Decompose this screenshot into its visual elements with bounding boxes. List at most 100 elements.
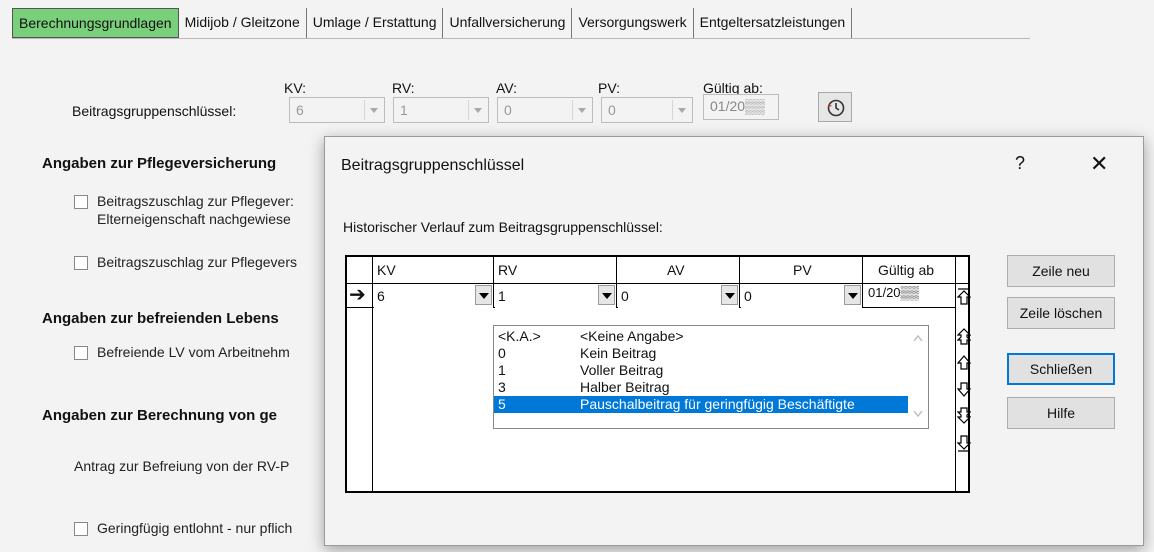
arrow-page-down-icon [957,407,971,424]
rv-value: 1 [400,102,408,118]
dropdown-option[interactable]: <K.A.> <Keine Angabe> [494,328,908,345]
current-row-indicator: ➔ [349,284,366,306]
kv-header: KV: [284,80,307,96]
page-up-button[interactable] [956,327,972,347]
valid-from-field[interactable]: 01/20▒▒ [703,94,779,120]
checkbox-befreiende-lv[interactable] [74,346,88,360]
column-header-kv: KV [377,262,396,278]
checkbox-label: Beitragszuschlag zur Pflegever: [97,193,294,209]
row-rv-value: 1 [498,288,506,304]
section-berechnung: Angaben zur Berechnung von ge [42,407,278,424]
chevron-down-icon[interactable] [475,285,492,305]
arrow-down-icon [957,382,971,397]
rv-dropdown-list: <K.A.> <Keine Angabe> 0 Kein Beitrag 1 V… [493,325,929,429]
column-header-rv: RV [498,262,518,278]
row-pv-value: 0 [744,288,752,304]
rv-select[interactable]: 1 [393,97,489,123]
option-text: Halber Beitrag [580,379,670,395]
rv-header: RV: [392,80,415,96]
checkbox-geringfuegig[interactable] [74,522,88,536]
reset-icon [827,99,845,117]
row-valid-from[interactable]: 01/20▒▒ [868,285,919,300]
checkbox-label: Elterneigenschaft nachgewiese [97,211,291,227]
tab-unfallversicherung[interactable]: Unfallversicherung [443,8,573,38]
row-rv-select[interactable]: 1 [495,284,616,308]
tab-midijob[interactable]: Midijob / Gleitzone [179,8,307,38]
arrow-page-up-icon [957,328,971,345]
new-row-button[interactable]: Zeile neu [1007,255,1115,287]
grid-line [372,257,373,491]
scroll-up-icon[interactable] [913,334,923,342]
reset-button[interactable] [818,92,852,122]
av-header: AV: [496,80,518,96]
grid-line [862,257,863,307]
help-icon[interactable]: ? [1015,153,1025,174]
grid-line [739,257,740,307]
section-lebensversicherung: Angaben zur befreienden Lebens [42,310,279,327]
arrow-up-icon [957,355,971,370]
option-text: Voller Beitrag [580,362,664,378]
pv-value: 0 [608,102,616,118]
tab-divider [12,38,1030,39]
first-row-button[interactable] [956,287,972,307]
option-code: 0 [498,345,506,361]
chevron-down-icon[interactable] [598,285,615,305]
tab-umlage[interactable]: Umlage / Erstattung [307,8,444,38]
checkbox-pflege-zuschlag-2[interactable] [74,256,88,270]
option-text: Pauschalbeitrag für geringfügig Beschäft… [580,396,855,412]
last-row-button[interactable] [956,433,972,453]
page-down-button[interactable] [956,405,972,425]
column-header-pv: PV [793,262,812,278]
delete-row-button[interactable]: Zeile löschen [1007,297,1115,329]
grid-line [616,257,617,307]
section-pflegeversicherung: Angaben zur Pflegeversicherung [42,155,277,172]
close-icon[interactable]: ✕ [1090,151,1108,177]
tab-berechnungsgrundlagen[interactable]: Berechnungsgrundlagen [12,8,179,38]
av-select[interactable]: 0 [497,97,593,123]
tab-entgeltersatzleistungen[interactable]: Entgeltersatzleistungen [694,8,853,38]
scroll-down-icon[interactable] [913,410,923,418]
beitragsgruppen-label: Beitragsgruppenschlüssel: [72,103,237,119]
checkbox-label: Befreiende LV vom Arbeitnehm [97,344,290,360]
dropdown-option-selected[interactable]: 5 Pauschalbeitrag für geringfügig Beschä… [494,396,908,413]
option-code: <K.A.> [498,328,541,344]
row-av-select[interactable]: 0 [618,284,739,308]
row-kv-value: 6 [377,288,385,304]
chevron-down-icon [572,100,590,120]
beitragsgruppen-dialog: Beitragsgruppenschlüssel ? ✕ Historische… [324,136,1144,546]
dialog-caption: Historischer Verlauf zum Beitragsgruppen… [343,219,663,235]
column-header-valid: Gültig ab [878,262,935,278]
chevron-down-icon [364,100,382,120]
dropdown-option[interactable]: 0 Kein Beitrag [494,345,908,362]
option-text: <Keine Angabe> [580,328,684,344]
tab-strip: Berechnungsgrundlagen Midijob / Gleitzon… [12,8,853,38]
row-av-value: 0 [621,288,629,304]
option-code: 3 [498,379,506,395]
tab-versorgungswerk[interactable]: Versorgungswerk [572,8,694,38]
checkbox-label: Geringfügig entlohnt - nur pflich [97,520,293,536]
help-button[interactable]: Hilfe [1007,397,1115,429]
row-pv-select[interactable]: 0 [741,284,862,308]
dialog-title: Beitragsgruppenschlüssel [341,157,525,174]
arrow-last-icon [957,435,971,452]
row-up-button[interactable] [956,353,972,373]
chevron-down-icon [468,100,486,120]
chevron-down-icon[interactable] [844,285,861,305]
kv-select[interactable]: 6 [289,97,385,123]
row-down-button[interactable] [956,379,972,399]
column-header-av: AV [667,262,685,278]
chevron-down-icon[interactable] [721,285,738,305]
dropdown-option[interactable]: 3 Halber Beitrag [494,379,908,396]
row-kv-select[interactable]: 6 [374,284,493,308]
checkbox-pflege-zuschlag-1[interactable] [74,195,88,209]
arrow-first-icon [957,288,971,305]
dropdown-option[interactable]: 1 Voller Beitrag [494,362,908,379]
av-value: 0 [504,102,512,118]
option-code: 1 [498,362,506,378]
close-button[interactable]: Schließen [1007,353,1115,385]
chevron-down-icon [672,100,690,120]
pv-select[interactable]: 0 [601,97,693,123]
dropdown-scrollbar[interactable] [908,326,928,428]
option-code: 5 [498,396,506,412]
pv-header: PV: [598,80,621,96]
